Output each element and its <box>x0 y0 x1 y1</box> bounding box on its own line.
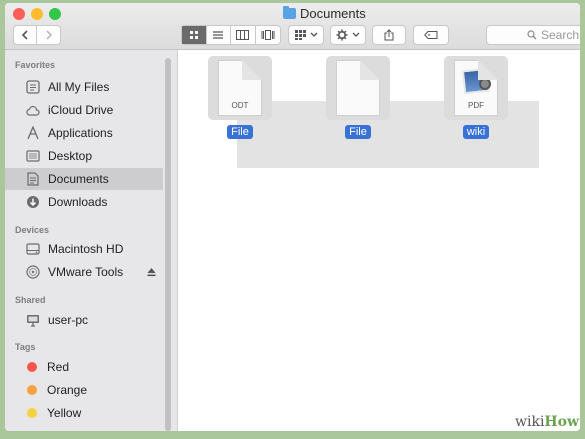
sidebar-item-label: user-pc <box>48 313 89 327</box>
tag-icon <box>424 31 438 39</box>
sidebar-item-tag-green[interactable] <box>5 425 163 431</box>
downloads-icon <box>25 195 40 210</box>
file-icon-tile: ODT <box>208 56 272 120</box>
sidebar-item-tag-yellow[interactable]: Yellow <box>5 402 163 424</box>
watermark-suffix: How <box>544 414 580 430</box>
window-title: Documents <box>283 6 366 21</box>
back-forward-control <box>13 25 61 45</box>
sidebar-item-macintosh-hd[interactable]: Macintosh HD <box>5 238 163 260</box>
file-icon-tile: PDF <box>444 56 508 120</box>
sidebar-item-label: Yellow <box>47 406 82 420</box>
chevron-down-icon <box>310 32 317 37</box>
sidebar-scrollbar[interactable] <box>165 58 171 431</box>
close-button[interactable] <box>13 8 25 20</box>
sidebar-item-tag-red[interactable]: Red <box>5 356 163 378</box>
title-bar: Documents Search <box>5 3 580 50</box>
zoom-button[interactable] <box>49 8 61 20</box>
window-title-text: Documents <box>300 6 366 21</box>
sidebar-item-label: Red <box>47 360 70 374</box>
share-icon <box>384 29 394 41</box>
sidebar-item-label: iCloud Drive <box>48 103 114 117</box>
eject-icon[interactable] <box>147 266 156 280</box>
sidebar-heading-shared: Shared <box>15 295 46 305</box>
sidebar-item-label: Orange <box>47 383 88 397</box>
document-icon: ODT <box>218 60 262 116</box>
chevron-down-icon <box>352 32 360 37</box>
file-item[interactable]: PDF wiki <box>444 56 508 140</box>
grid-icon <box>294 30 306 40</box>
gear-icon <box>336 29 348 41</box>
cover-flow-view-button[interactable] <box>256 26 280 44</box>
sidebar-item-label: Macintosh HD <box>48 242 124 256</box>
sidebar-item-label: Desktop <box>48 149 93 163</box>
hard-drive-icon <box>25 242 40 257</box>
file-icon-tile <box>326 56 390 120</box>
watermark-prefix: wiki <box>515 414 545 430</box>
search-icon <box>527 30 537 40</box>
share-button[interactable] <box>372 25 406 45</box>
tag-color-dot <box>27 408 37 418</box>
pdf-preview-icon: PDF <box>454 60 498 116</box>
column-view-icon <box>236 30 250 40</box>
file-name-label[interactable]: wiki <box>462 125 490 139</box>
sidebar-item-applications[interactable]: Applications <box>5 122 163 144</box>
chevron-right-icon <box>45 30 52 40</box>
tag-color-dot <box>27 385 37 395</box>
action-button[interactable] <box>330 25 366 45</box>
sidebar-item-downloads[interactable]: Downloads <box>5 191 163 213</box>
file-name-label[interactable]: File <box>227 125 253 139</box>
search-placeholder: Search <box>541 28 580 42</box>
icon-view-icon <box>189 31 198 39</box>
sidebar-item-desktop[interactable]: Desktop <box>5 145 163 167</box>
chevron-left-icon <box>21 30 28 40</box>
sidebar: Favorites All My Files iCloud Drive Appl… <box>5 50 177 431</box>
finder-window: Documents Search Favorites All My Files … <box>5 3 580 431</box>
sidebar-item-label: Applications <box>48 126 113 140</box>
arrange-button[interactable] <box>288 25 324 45</box>
column-view-button[interactable] <box>231 26 256 44</box>
blank-document-icon <box>336 60 380 116</box>
icon-view-button[interactable] <box>182 26 207 44</box>
sidebar-heading-favorites: Favorites <box>15 60 56 70</box>
watermark-logo: wikiHow <box>515 414 579 430</box>
cloud-icon <box>25 103 40 118</box>
sidebar-heading-tags: Tags <box>15 342 36 352</box>
edit-tags-button[interactable] <box>413 25 449 45</box>
preview-magnifier-icon <box>479 78 491 90</box>
file-name-label[interactable]: File <box>345 125 371 139</box>
all-files-icon <box>25 80 40 95</box>
tag-color-dot <box>27 362 37 372</box>
sidebar-item-label: All My Files <box>48 80 110 94</box>
desktop-icon <box>25 149 40 164</box>
sidebar-item-vmware-tools[interactable]: VMware Tools <box>5 261 163 283</box>
sidebar-item-tag-orange[interactable]: Orange <box>5 379 163 401</box>
folder-icon <box>283 6 296 19</box>
disc-icon <box>25 265 40 280</box>
sidebar-item-icloud-drive[interactable]: iCloud Drive <box>5 99 163 121</box>
sidebar-item-label: VMware Tools <box>48 265 124 279</box>
applications-icon <box>25 126 40 141</box>
sidebar-item-label: Downloads <box>48 195 108 209</box>
cover-flow-view-icon <box>261 30 275 40</box>
file-item[interactable]: ODT File <box>208 56 272 140</box>
list-view-icon <box>213 31 224 39</box>
sidebar-item-user-pc[interactable]: user-pc <box>5 309 163 331</box>
view-mode-control <box>181 25 281 45</box>
forward-button[interactable] <box>37 26 60 44</box>
sidebar-item-label: Documents <box>48 172 109 186</box>
back-button[interactable] <box>14 26 38 44</box>
list-view-button[interactable] <box>207 26 231 44</box>
file-browser-content[interactable]: ODT File File PDF wiki <box>178 50 580 431</box>
file-extension-label: PDF <box>468 101 484 110</box>
sidebar-heading-devices: Devices <box>15 225 50 235</box>
documents-icon <box>25 172 40 187</box>
file-item[interactable]: File <box>326 56 390 140</box>
sidebar-item-all-my-files[interactable]: All My Files <box>5 76 163 98</box>
search-field[interactable]: Search <box>486 25 580 45</box>
minimize-button[interactable] <box>31 8 43 20</box>
file-extension-label: ODT <box>231 101 249 110</box>
sidebar-item-documents[interactable]: Documents <box>5 168 163 190</box>
monitor-icon <box>25 313 40 328</box>
